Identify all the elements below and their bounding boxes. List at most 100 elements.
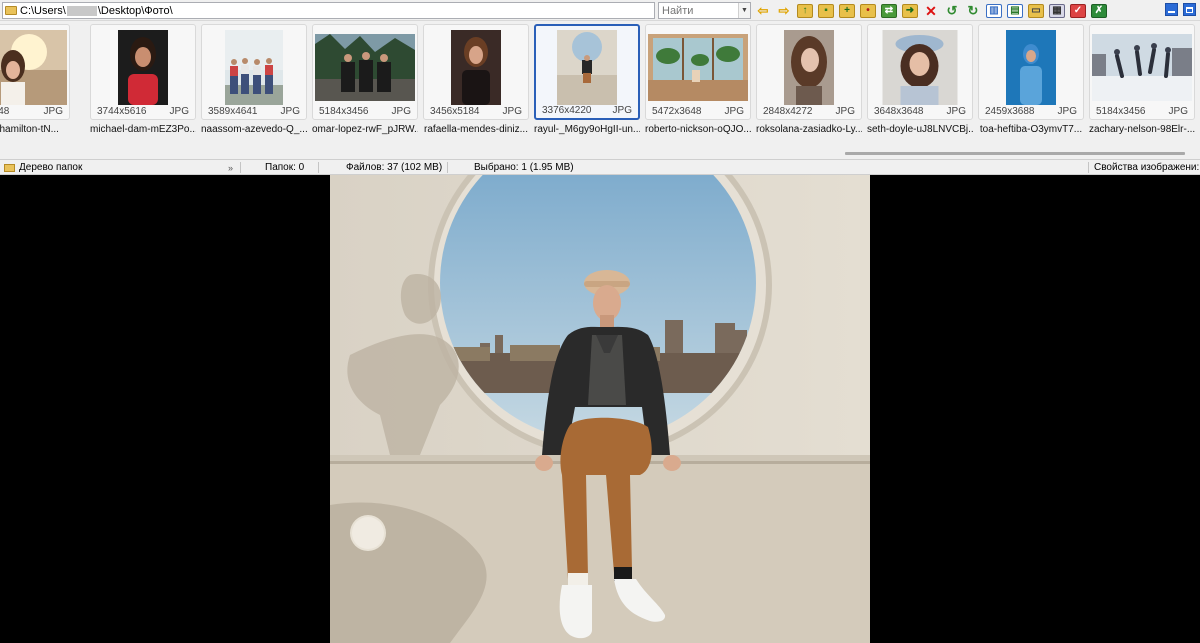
thumbnail-item[interactable]: 2848x4272 JPG roksolana-zasiadko-Ly... xyxy=(756,24,862,135)
thumbnail-card[interactable]: 5184x3456 JPG xyxy=(312,24,418,120)
settings-icon[interactable]: ✓ xyxy=(1070,3,1086,18)
thumbnail-size: 5472x3648 xyxy=(652,106,702,117)
thumbnail-card[interactable]: 5472x3648 JPG xyxy=(645,24,751,120)
forward-arrow-icon[interactable]: ⇨ xyxy=(776,4,792,18)
thumbnail-image xyxy=(648,34,748,101)
thumbnail-meta: 48x3648 JPG xyxy=(0,106,63,117)
thumbnail-ext: JPG xyxy=(1168,106,1188,117)
thumbnail-ext: JPG xyxy=(169,106,189,117)
chart-icon[interactable]: ▤ xyxy=(1007,3,1023,18)
search-dropdown-icon[interactable]: ▼ xyxy=(738,3,750,18)
horizontal-scrollbar[interactable] xyxy=(845,152,1185,155)
thumbnail-ext: JPG xyxy=(724,106,744,117)
thumbnail-item[interactable]: 3589x4641 JPG naassom-azevedo-Q_... xyxy=(201,24,307,135)
thumbnail-size: 5184x3456 xyxy=(319,106,369,117)
redacted-username xyxy=(66,5,97,16)
image-preview-area[interactable] xyxy=(0,175,1200,643)
preview-image xyxy=(330,175,870,643)
thumbnail-ext: JPG xyxy=(612,105,632,116)
thumbnail-image xyxy=(1092,34,1192,101)
address-path: C:\Users\ \Desktop\Фото\ xyxy=(20,5,173,17)
thumbnail-size: 3456x5184 xyxy=(430,106,480,117)
thumbnail-image xyxy=(225,30,283,105)
thumbnail-name: michael-dam-mEZ3Po... xyxy=(90,124,196,135)
thumbnail-image xyxy=(118,30,168,105)
thumbnail-name: roberto-nickson-oQJO... xyxy=(645,124,751,135)
thumbnail-card[interactable]: 3456x5184 JPG xyxy=(423,24,529,120)
new-folder-icon[interactable]: + xyxy=(839,3,855,18)
thumbnail-image xyxy=(315,34,415,101)
folder-icon[interactable]: ▪ xyxy=(818,3,834,18)
address-toolbar: C:\Users\ \Desktop\Фото\ ▼ ⇦ ⇨ ↑ ▪ + • ⇄… xyxy=(0,0,1200,21)
folder-up-icon[interactable]: ↑ xyxy=(797,3,813,18)
thumbnail-card[interactable]: 2848x4272 JPG xyxy=(756,24,862,120)
thumbnail-size: 3744x5616 xyxy=(97,106,147,117)
thumbnail-card[interactable]: 5184x3456 JPG xyxy=(1089,24,1195,120)
thumbnail-image xyxy=(451,30,501,105)
thumbnail-image xyxy=(1006,30,1056,105)
print-icon[interactable]: ▦ xyxy=(1049,3,1065,18)
thumbnail-card[interactable]: 3376x4220 JPG xyxy=(534,24,640,120)
thumbnail-size: 5184x3456 xyxy=(1096,106,1146,117)
thumbnail-meta: 3648x3648 JPG xyxy=(874,106,966,117)
thumbnail-card[interactable]: 2459x3688 JPG xyxy=(978,24,1084,120)
thumbnail-meta: 5184x3456 JPG xyxy=(319,106,411,117)
image-properties-toggle[interactable]: Свойства изображени: xyxy=(1094,161,1199,174)
thumbnail-name: rayul-_M6gy9oHgII-un... xyxy=(534,124,640,135)
thumbnail-meta: 3376x4220 JPG xyxy=(542,105,632,116)
thumbnail-item[interactable]: 5472x3648 JPG roberto-nickson-oQJO... xyxy=(645,24,751,135)
minimize-button[interactable] xyxy=(1165,3,1178,16)
address-path-suffix: \Desktop\Фото\ xyxy=(97,4,173,17)
thumbnail-item[interactable]: 2459x3688 JPG toa-heftiba-O3ymvT7... xyxy=(978,24,1084,135)
thumbnail-card[interactable]: 48x3648 JPG xyxy=(0,24,70,120)
thumbnail-meta: 5184x3456 JPG xyxy=(1096,106,1188,117)
rotate-left-icon[interactable]: ↺ xyxy=(944,4,960,18)
collapse-chevron-icon[interactable]: » xyxy=(228,161,233,174)
thumbnail-item[interactable]: 3744x5616 JPG michael-dam-mEZ3Po... xyxy=(90,24,196,135)
thumbnail-card[interactable]: 3589x4641 JPG xyxy=(201,24,307,120)
back-arrow-icon[interactable]: ⇦ xyxy=(755,4,771,18)
move-icon[interactable]: ➜ xyxy=(902,3,918,18)
thumbnail-meta: 3744x5616 JPG xyxy=(97,106,189,117)
search-box[interactable]: ▼ xyxy=(658,2,751,19)
thumbnail-size: 2848x4272 xyxy=(763,106,813,117)
thumbnail-item[interactable]: 5184x3456 JPG zachary-nelson-98Elr-... xyxy=(1089,24,1195,135)
files-count: Файлов: 37 (102 MB) xyxy=(346,162,443,173)
thumbnail-name: toa-heftiba-O3ymvT7... xyxy=(979,124,1083,135)
thumbnail-name: omar-lopez-rwF_pJRW... xyxy=(312,124,418,135)
toolbar: ⇦ ⇨ ↑ ▪ + • ⇄ ➜ ✕ ↺ ↻ ▥ ▤ ▭ ▦ ✓ ✗ xyxy=(755,2,1112,19)
window-controls xyxy=(1165,3,1196,16)
thumbnail-name: naassom-azevedo-Q_... xyxy=(201,124,307,135)
thumbnail-card[interactable]: 3648x3648 JPG xyxy=(867,24,973,120)
folder-tree-toggle[interactable]: Дерево папок xyxy=(4,161,82,174)
thumbnail-name: roksolana-zasiadko-Ly... xyxy=(756,124,862,135)
delete-icon[interactable]: ✕ xyxy=(923,4,939,18)
export-icon[interactable]: ✗ xyxy=(1091,3,1107,18)
maximize-button[interactable] xyxy=(1183,3,1196,16)
thumbnail-strip[interactable]: 48x3648 JPG thew-hamilton-tN... 3744x561… xyxy=(0,21,1200,159)
thumbnail-item[interactable]: 3456x5184 JPG rafaella-mendes-diniz... xyxy=(423,24,529,135)
search-input[interactable] xyxy=(659,3,737,18)
histogram-icon[interactable]: ▥ xyxy=(986,3,1002,18)
thumbnail-size: 48x3648 xyxy=(0,106,10,117)
folder-tree-icon xyxy=(4,163,15,172)
copy-icon[interactable]: ⇄ xyxy=(881,3,897,18)
thumbnail-ext: JPG xyxy=(43,106,63,117)
thumbnail-item[interactable]: 48x3648 JPG thew-hamilton-tN... xyxy=(0,24,70,135)
thumbnail-item-selected[interactable]: 3376x4220 JPG rayul-_M6gy9oHgII-un... xyxy=(534,24,640,135)
address-field[interactable]: C:\Users\ \Desktop\Фото\ xyxy=(2,2,655,19)
thumbnail-ext: JPG xyxy=(1057,106,1077,117)
thumbnail-item[interactable]: 5184x3456 JPG omar-lopez-rwF_pJRW... xyxy=(312,24,418,135)
thumbnail-card[interactable]: 3744x5616 JPG xyxy=(90,24,196,120)
thumbnail-image xyxy=(784,30,834,105)
slideshow-icon[interactable]: ▭ xyxy=(1028,3,1044,18)
folder-tree-label: Дерево папок xyxy=(19,162,83,173)
thumbnail-meta: 5472x3648 JPG xyxy=(652,106,744,117)
rotate-right-icon[interactable]: ↻ xyxy=(965,4,981,18)
thumbnail-ext: JPG xyxy=(835,106,855,117)
open-folder-icon[interactable]: • xyxy=(860,3,876,18)
thumbnail-ext: JPG xyxy=(280,106,300,117)
thumbnail-image xyxy=(557,30,617,105)
thumbnail-item[interactable]: 3648x3648 JPG seth-doyle-uJ8LNVCBj... xyxy=(867,24,973,135)
thumbnail-name: rafaella-mendes-diniz... xyxy=(424,124,528,135)
